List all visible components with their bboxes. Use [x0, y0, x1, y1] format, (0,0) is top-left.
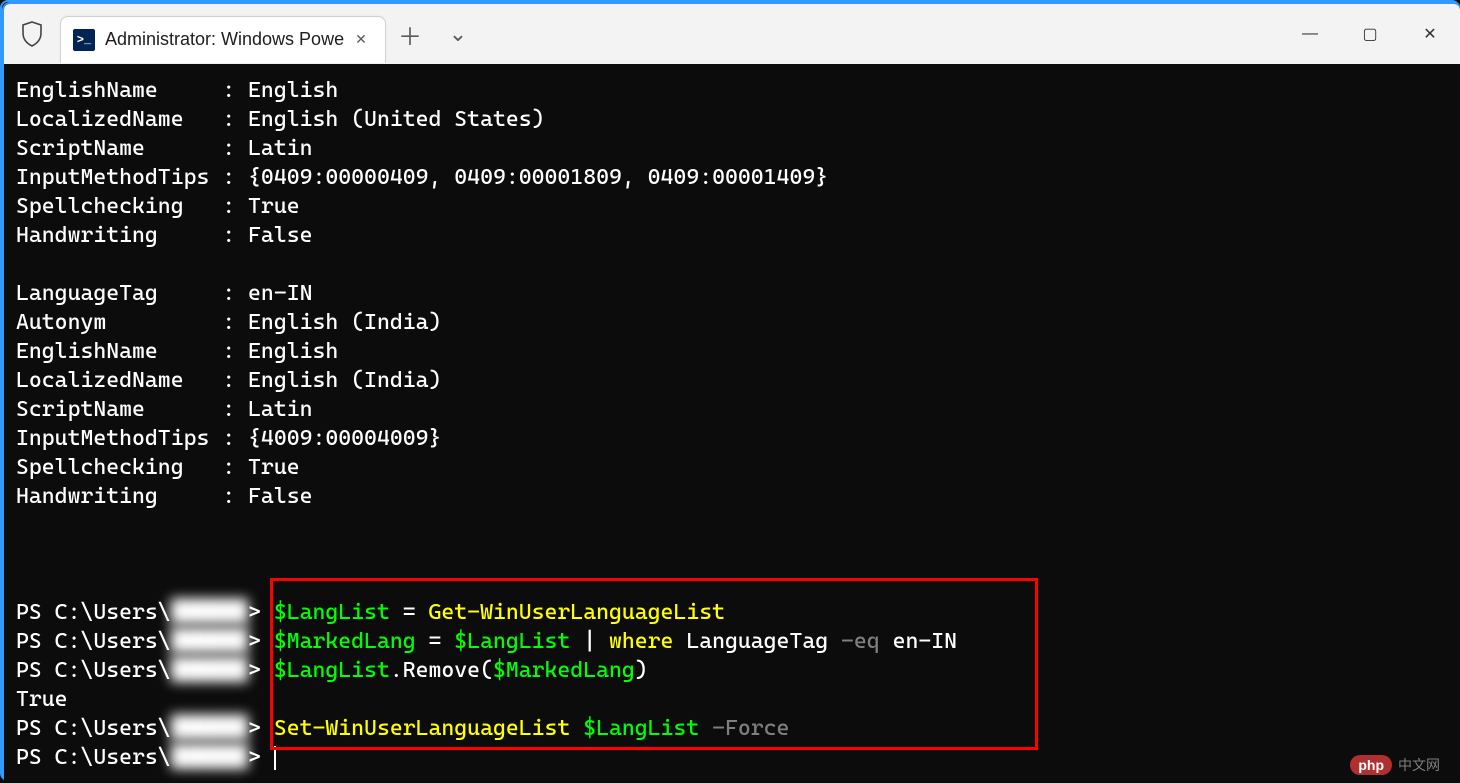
cursor-icon — [274, 746, 276, 770]
output-true: True — [16, 685, 1450, 714]
command-line-4: PS C:\Users\██████> Set-WinUserLanguageL… — [16, 714, 1450, 743]
tab-active[interactable]: >_ Administrator: Windows Powe ✕ — [60, 16, 386, 63]
output-property-line: EnglishName : English — [16, 76, 1450, 105]
output-property-line: Spellchecking : True — [16, 192, 1450, 221]
watermark: php 中文网 — [1350, 755, 1440, 775]
tab-title: Administrator: Windows Powe — [105, 29, 349, 50]
maximize-button[interactable]: ▢ — [1340, 14, 1400, 54]
new-tab-button[interactable]: ＋ — [386, 4, 434, 64]
powershell-icon: >_ — [73, 29, 95, 51]
output-property-line: ScriptName : Latin — [16, 395, 1450, 424]
command-line-2: PS C:\Users\██████> $MarkedLang = $LangL… — [16, 627, 1450, 656]
output-property-line: Spellchecking : True — [16, 453, 1450, 482]
watermark-pill: php — [1350, 755, 1392, 775]
blank-line — [16, 511, 1450, 540]
terminal-output-area[interactable]: EnglishName : EnglishLocalizedName : Eng… — [4, 64, 1460, 783]
output-property-line: LocalizedName : English (India) — [16, 366, 1450, 395]
blurred-username: ██████ — [171, 716, 248, 741]
output-property-line: Handwriting : False — [16, 482, 1450, 511]
output-property-line: InputMethodTips : {4009:00004009} — [16, 424, 1450, 453]
shield-icon — [4, 4, 60, 64]
prompt-cursor-line[interactable]: PS C:\Users\██████> — [16, 743, 1450, 772]
blank-line — [16, 540, 1450, 569]
blurred-username: ██████ — [171, 600, 248, 625]
tab-close-button[interactable]: ✕ — [349, 28, 373, 52]
minimize-button[interactable]: — — [1280, 14, 1340, 54]
output-property-line: Handwriting : False — [16, 221, 1450, 250]
command-line-3: PS C:\Users\██████> $LangList.Remove($Ma… — [16, 656, 1450, 685]
output-property-line: ScriptName : Latin — [16, 134, 1450, 163]
tab-dropdown-button[interactable]: ⌄ — [434, 4, 482, 64]
command-line-1: PS C:\Users\██████> $LangList = Get-WinU… — [16, 598, 1450, 627]
output-property-line: LanguageTag : en-IN — [16, 279, 1450, 308]
titlebar: >_ Administrator: Windows Powe ✕ ＋ ⌄ — ▢… — [4, 4, 1460, 64]
blurred-username: ██████ — [171, 658, 248, 683]
blurred-username: ██████ — [171, 745, 248, 770]
blank-line — [16, 250, 1450, 279]
window-controls: — ▢ ✕ — [1280, 14, 1460, 54]
watermark-text: 中文网 — [1398, 755, 1440, 775]
output-property-line: LocalizedName : English (United States) — [16, 105, 1450, 134]
output-property-line: Autonym : English (India) — [16, 308, 1450, 337]
blurred-username: ██████ — [171, 629, 248, 654]
close-window-button[interactable]: ✕ — [1400, 14, 1460, 54]
output-property-line: InputMethodTips : {0409:00000409, 0409:0… — [16, 163, 1450, 192]
output-property-line: EnglishName : English — [16, 337, 1450, 366]
blank-line — [16, 569, 1450, 598]
